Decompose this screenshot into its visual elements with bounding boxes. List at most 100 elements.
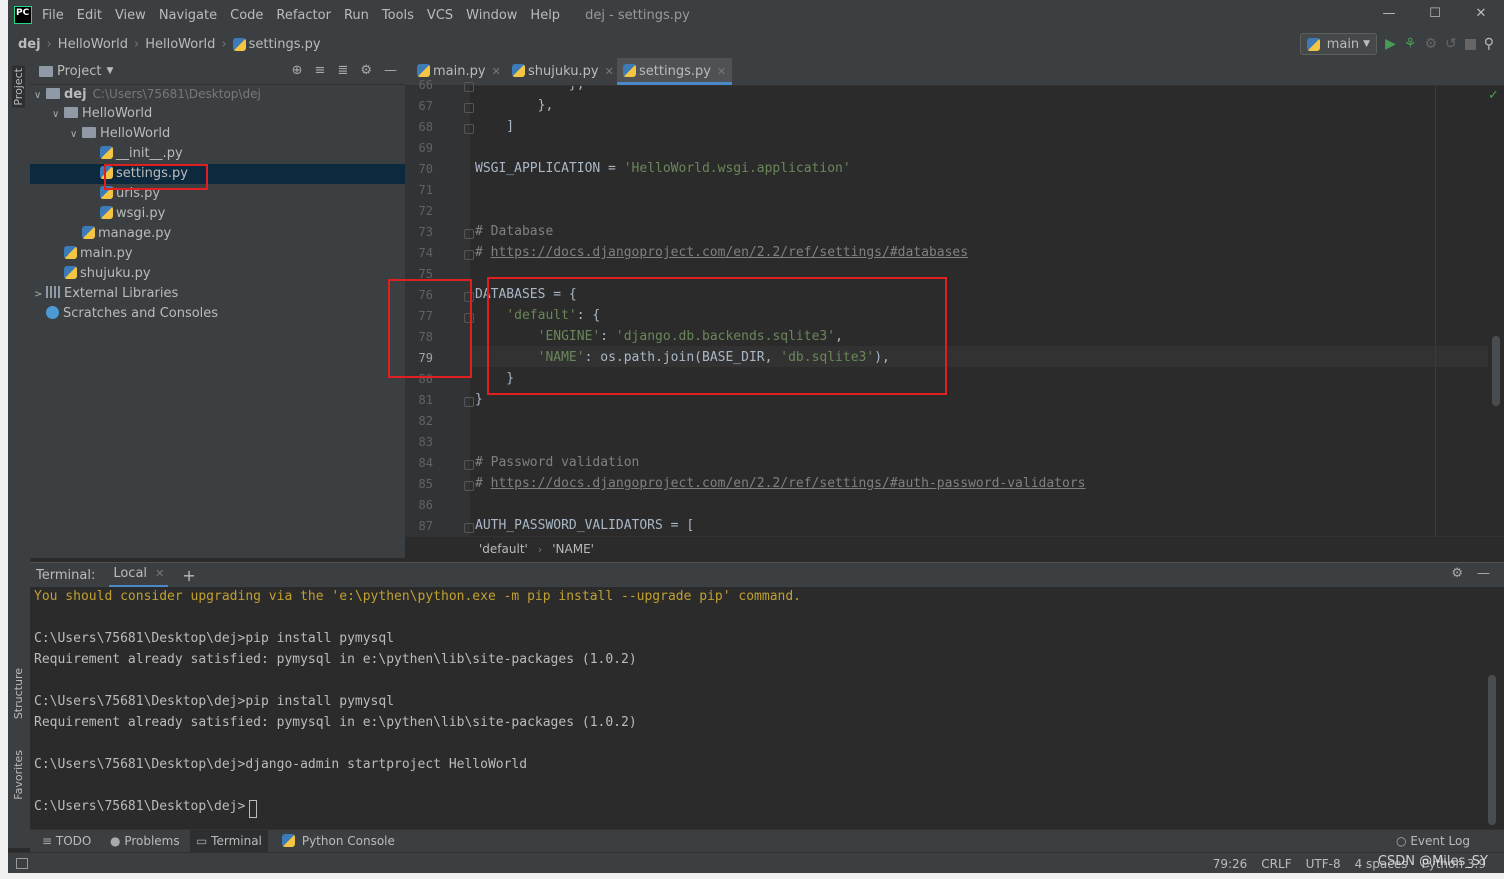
python-file-icon — [100, 206, 113, 219]
python-console-tool-button[interactable]: Python Console — [278, 830, 399, 853]
collapse-all-icon[interactable]: ≣ — [337, 63, 348, 78]
close-icon[interactable]: ✕ — [717, 65, 726, 78]
terminal-tab-local[interactable]: Local ✕ — [109, 563, 169, 587]
tab-label: main.py — [433, 64, 486, 79]
tree-item-main-py[interactable]: main.py — [30, 244, 405, 264]
scrollbar-thumb[interactable] — [1492, 336, 1500, 406]
breadcrumb-item[interactable]: settings.py — [249, 37, 321, 52]
line-number: 71 — [418, 183, 433, 197]
python-file-icon — [623, 64, 636, 77]
breadcrumb-name[interactable]: 'NAME' — [552, 542, 594, 556]
menu-refactor[interactable]: Refactor — [276, 8, 331, 23]
event-log-button[interactable]: ○ Event Log — [1392, 830, 1474, 853]
tree-item-settings-py[interactable]: settings.py — [30, 164, 405, 184]
tree-item-shujuku-py[interactable]: shujuku.py — [30, 264, 405, 284]
close-window-button[interactable]: ✕ — [1458, 0, 1504, 30]
chevron-down-icon[interactable]: ∨ — [52, 105, 64, 125]
project-view-selector[interactable]: Project — [57, 64, 101, 79]
python-file-icon — [64, 266, 77, 279]
tree-item-content: Scratches and Consoles — [46, 306, 218, 321]
menu-code[interactable]: Code — [230, 8, 263, 23]
terminal-tool-button[interactable]: ▭ Terminal — [190, 830, 268, 853]
tree-item-scratches-and-consoles[interactable]: Scratches and Consoles — [30, 304, 405, 324]
menu-window[interactable]: Window — [466, 8, 517, 23]
new-terminal-button[interactable]: + — [182, 566, 195, 585]
line-separator[interactable]: CRLF — [1261, 857, 1291, 871]
tree-item-manage-py[interactable]: manage.py — [30, 224, 405, 244]
close-icon[interactable]: ✕ — [605, 65, 614, 78]
pycharm-logo-text: PC — [16, 8, 30, 18]
debug-icon[interactable]: ⚘ — [1404, 36, 1417, 52]
breadcrumb-item[interactable]: HelloWorld — [145, 37, 215, 52]
structure-tool-button[interactable]: Structure — [12, 668, 25, 719]
menu-tools[interactable]: Tools — [382, 8, 414, 23]
line-number: 84 — [418, 456, 433, 470]
tree-item-wsgi-py[interactable]: wsgi.py — [30, 204, 405, 224]
tree-item-external-libraries[interactable]: > External Libraries — [30, 284, 405, 304]
code-line: AUTH_PASSWORD_VALIDATORS = [ — [475, 518, 694, 533]
close-icon[interactable]: ✕ — [155, 567, 164, 580]
gear-icon[interactable]: ⚙ — [360, 63, 372, 78]
chevron-down-icon[interactable]: ∨ — [34, 86, 46, 106]
terminal-line: C:\Users\75681\Desktop\dej> — [34, 799, 246, 814]
csdn-watermark: CSDN @Miles_SY — [1377, 854, 1488, 869]
terminal-scrollbar[interactable] — [1488, 675, 1496, 825]
project-icon — [39, 65, 53, 77]
expand-all-icon[interactable]: ≡ — [315, 63, 326, 78]
chevron-right-icon[interactable]: > — [34, 285, 46, 305]
project-tool-button[interactable]: Project — [12, 66, 25, 108]
editor-scrollbar[interactable]: ✓ — [1488, 86, 1504, 536]
python-file-icon — [100, 146, 113, 159]
run-icon[interactable]: ▶ — [1385, 36, 1396, 52]
desktop-edge-bottom — [0, 873, 1504, 879]
menu-run[interactable]: Run — [344, 8, 369, 23]
terminal-line: Requirement already satisfied: pymysql i… — [34, 652, 637, 667]
hide-icon[interactable]: — — [1477, 566, 1490, 581]
tree-item-dej[interactable]: ∨ dej C:\Users\75681\Desktop\dej — [30, 84, 405, 104]
menu-edit[interactable]: Edit — [77, 8, 102, 23]
terminal-output[interactable]: You should consider upgrading via the 'e… — [30, 587, 1480, 827]
breadcrumb-default[interactable]: 'default' — [479, 542, 528, 556]
close-icon[interactable]: ✕ — [492, 65, 501, 78]
menu-help[interactable]: Help — [530, 8, 560, 23]
favorites-tool-button[interactable]: Favorites — [12, 750, 25, 800]
search-icon[interactable]: ⚲ — [1484, 36, 1494, 52]
maximize-button[interactable]: ☐ — [1412, 0, 1458, 30]
minimize-button[interactable]: — — [1366, 0, 1412, 30]
editor-tab-settings-py[interactable]: settings.py ✕ — [617, 58, 733, 85]
code-token: AUTH_PASSWORD_VALIDATORS = [ — [475, 518, 695, 533]
chevron-down-icon[interactable]: ▼ — [106, 66, 113, 76]
code-line: # https://docs.djangoproject.com/en/2.2/… — [475, 476, 1085, 491]
breadcrumb-separator: › — [46, 36, 52, 52]
caret-position[interactable]: 79:26 — [1213, 857, 1248, 871]
profile-icon[interactable]: ↺ — [1445, 36, 1457, 52]
menu-vcs[interactable]: VCS — [427, 8, 453, 23]
breadcrumb-item[interactable]: HelloWorld — [58, 37, 128, 52]
gear-icon[interactable]: ⚙ — [1451, 566, 1463, 581]
run-config-selector[interactable]: main ▼ — [1299, 33, 1378, 55]
hide-icon[interactable]: — — [384, 63, 397, 78]
terminal-line: C:\Users\75681\Desktop\dej>pip install p… — [34, 694, 395, 709]
stop-icon[interactable] — [1464, 38, 1476, 50]
toggle-tool-windows-icon[interactable] — [16, 858, 28, 869]
python-console-icon — [282, 834, 295, 847]
tree-item-helloworld[interactable]: ∨ HelloWorld — [30, 124, 405, 144]
locate-icon[interactable]: ⊕ — [292, 63, 303, 78]
event-log-label: Event Log — [1410, 834, 1470, 848]
tree-item-urls-py[interactable]: urls.py — [30, 184, 405, 204]
file-encoding[interactable]: UTF-8 — [1306, 857, 1341, 871]
menu-view[interactable]: View — [115, 8, 146, 23]
breadcrumb-item[interactable]: dej — [18, 37, 41, 52]
menu-file[interactable]: File — [42, 8, 64, 23]
chevron-down-icon[interactable]: ∨ — [70, 125, 82, 145]
code-line: # https://docs.djangoproject.com/en/2.2/… — [475, 245, 968, 260]
tree-item--init-py[interactable]: __init__.py — [30, 144, 405, 164]
tree-item-content: __init__.py — [100, 146, 183, 161]
tree-item-helloworld[interactable]: ∨ HelloWorld — [30, 104, 405, 124]
line-number: 68 — [418, 120, 433, 134]
todo-tool-button[interactable]: ≡ TODO — [38, 830, 95, 853]
coverage-icon[interactable]: ⚙ — [1424, 36, 1437, 52]
menu-navigate[interactable]: Navigate — [159, 8, 217, 23]
problems-tool-button[interactable]: ● Problems — [106, 830, 184, 853]
editor-tab-shujuku-py[interactable]: shujuku.py ✕ — [506, 58, 620, 85]
